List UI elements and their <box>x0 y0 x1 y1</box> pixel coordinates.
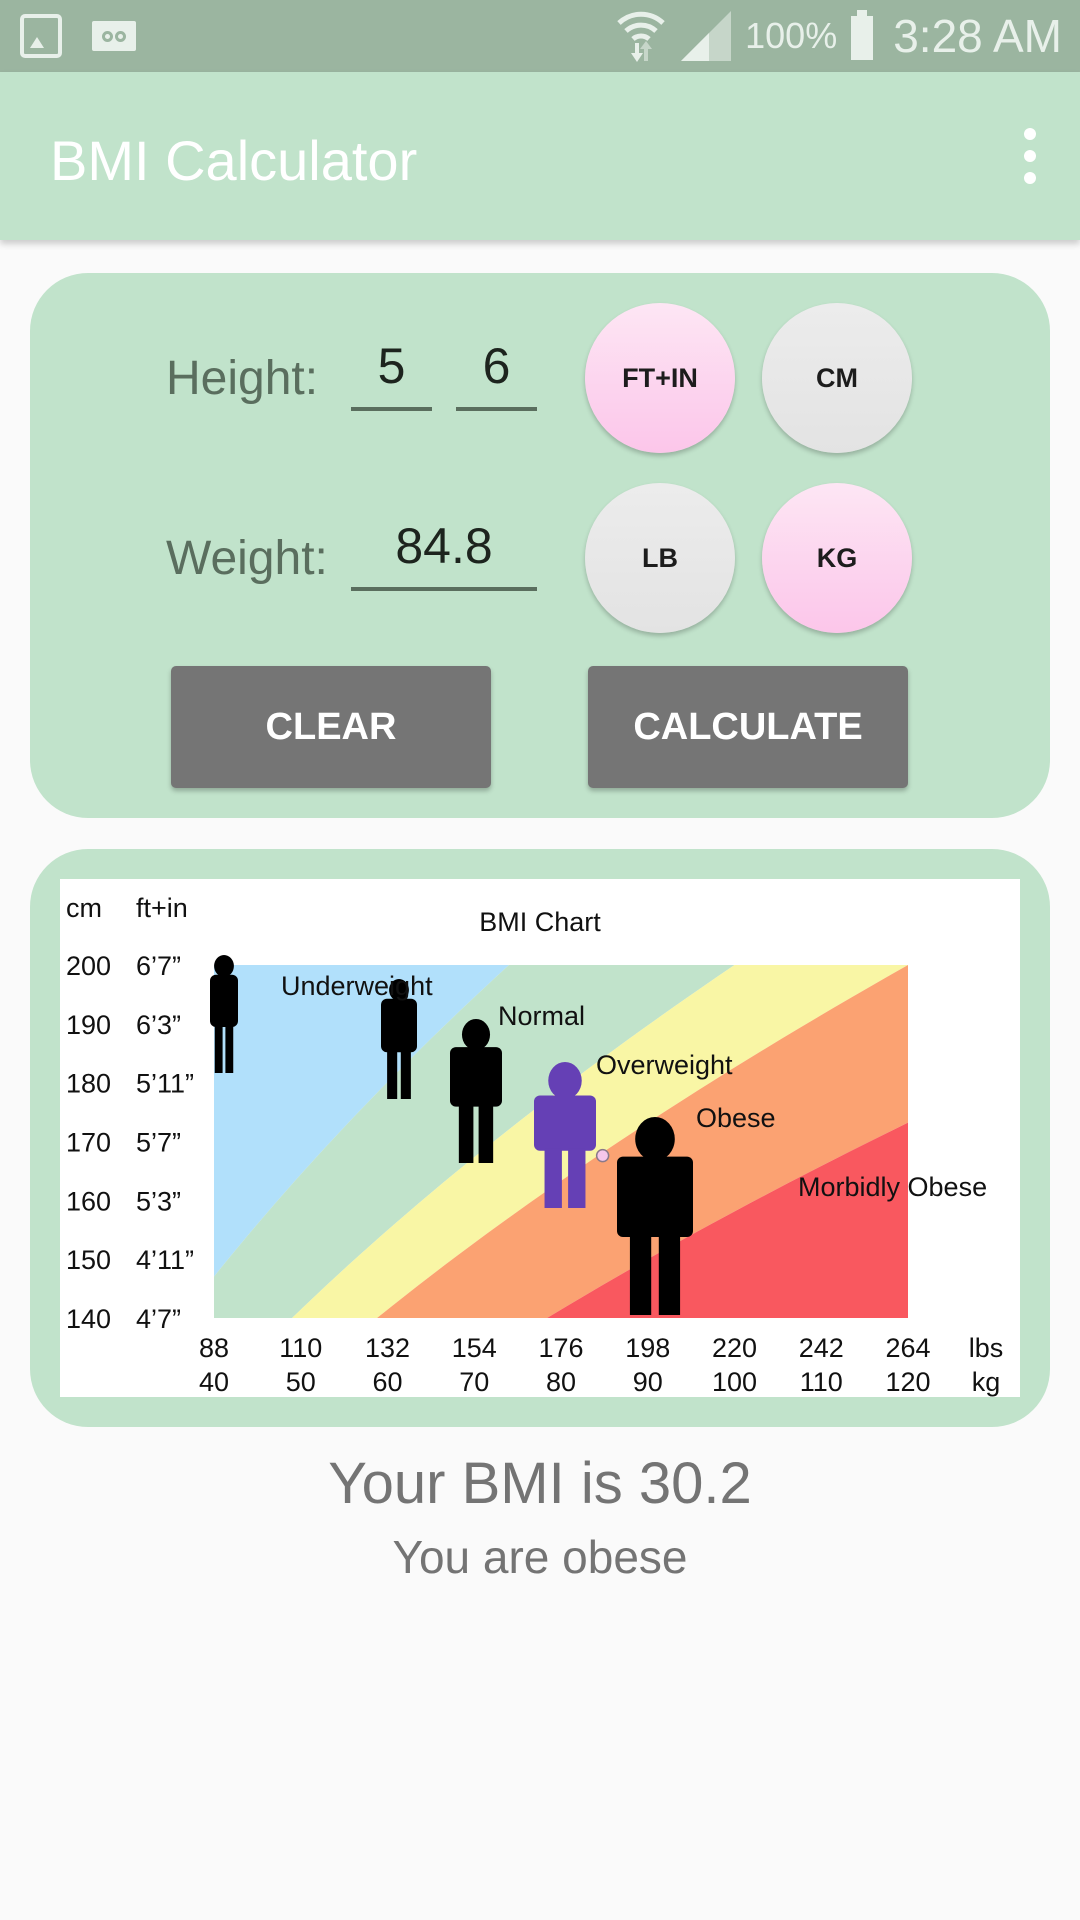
y-header-ftin: ft+in <box>136 893 188 923</box>
category-label: Overweight <box>596 1050 733 1080</box>
unit-kg-button[interactable]: KG <box>762 483 912 633</box>
height-label: Height: <box>166 352 319 405</box>
x-tick-kg: 100 <box>712 1367 757 1397</box>
bmi-marker <box>595 1148 610 1163</box>
input-card: Height: 5 6 FT+IN CM Weight: 84.8 LB KG … <box>30 273 1050 818</box>
height-inches-input[interactable]: 6 <box>456 331 537 411</box>
category-label: Obese <box>696 1103 776 1133</box>
x-tick-kg: 120 <box>885 1367 930 1397</box>
x-tick-lbs: 264 <box>885 1333 930 1363</box>
signal-icon <box>681 11 732 61</box>
category-label: Morbidly Obese <box>798 1172 987 1202</box>
weight-label: Weight: <box>166 532 328 585</box>
bmi-category: You are obese <box>392 1531 688 1583</box>
x-tick-kg: 110 <box>800 1367 843 1397</box>
chart-card: BMI Chart cm ft+in 200 6’7” 190 6’3” 180 5’11” 17… <box>30 849 1050 1427</box>
x-tick-kg: 70 <box>459 1367 489 1397</box>
y-tick-ftin: 5’11” <box>136 1069 194 1099</box>
overflow-menu-icon[interactable] <box>1010 128 1050 184</box>
x-tick-kg: 80 <box>546 1367 576 1397</box>
y-tick-ftin: 6’7” <box>136 951 181 981</box>
voicemail-icon <box>92 21 136 51</box>
y-tick-ftin: 4’11” <box>136 1245 194 1275</box>
clear-button[interactable]: CLEAR <box>171 666 491 788</box>
y-tick-cm: 170 <box>66 1128 111 1158</box>
y-tick-ftin: 4’7” <box>136 1304 181 1334</box>
y-tick-cm: 190 <box>66 1010 111 1040</box>
battery-icon <box>851 10 874 60</box>
y-tick-cm: 140 <box>66 1304 111 1334</box>
x-tick-lbs: 132 <box>365 1333 410 1363</box>
app-title: BMI Calculator <box>50 129 418 192</box>
y-tick-ftin: 5’3” <box>136 1186 181 1216</box>
y-tick-cm: 180 <box>66 1069 111 1099</box>
x-tick-lbs: 154 <box>452 1333 497 1363</box>
y-header-cm: cm <box>66 893 102 923</box>
x-unit-kg: kg <box>972 1367 1001 1397</box>
x-tick-kg: 40 <box>199 1367 229 1397</box>
wifi-icon <box>617 11 665 62</box>
unit-lb-button[interactable]: LB <box>585 483 735 633</box>
height-feet-input[interactable]: 5 <box>351 331 432 411</box>
status-bar: 100% 3:28 AM <box>0 0 1080 72</box>
category-label: Underweight <box>281 971 433 1001</box>
app-bar: BMI Calculator <box>0 72 1080 240</box>
x-tick-lbs: 176 <box>538 1333 583 1363</box>
y-tick-cm: 150 <box>66 1245 111 1275</box>
y-tick-ftin: 5’7” <box>136 1128 181 1158</box>
bmi-chart: BMI Chart cm ft+in 200 6’7” 190 6’3” 180 5’11” 17… <box>60 879 1020 1397</box>
x-tick-kg: 50 <box>286 1367 316 1397</box>
battery-percent: 100% <box>745 15 838 56</box>
calculate-button[interactable]: CALCULATE <box>588 666 908 788</box>
x-tick-lbs: 242 <box>799 1333 844 1363</box>
clock: 3:28 AM <box>893 10 1062 62</box>
gallery-icon <box>20 14 62 58</box>
x-tick-lbs: 220 <box>712 1333 757 1363</box>
bmi-chart-svg: BMI Chart cm ft+in 200 6’7” 190 6’3” 180 5’11” 17… <box>66 893 1004 1397</box>
x-unit-lbs: lbs <box>969 1333 1004 1363</box>
x-tick-kg: 60 <box>372 1367 402 1397</box>
x-tick-lbs: 88 <box>199 1333 229 1363</box>
y-tick-cm: 160 <box>66 1186 111 1216</box>
unit-ftin-button[interactable]: FT+IN <box>585 303 735 453</box>
x-tick-lbs: 110 <box>279 1333 322 1363</box>
y-tick-cm: 200 <box>66 951 111 981</box>
x-tick-kg: 90 <box>633 1367 663 1397</box>
chart-title: BMI Chart <box>479 907 601 937</box>
weight-input[interactable]: 84.8 <box>351 511 537 591</box>
category-label: Normal <box>498 1001 585 1031</box>
y-tick-ftin: 6’3” <box>136 1010 181 1040</box>
x-tick-lbs: 198 <box>625 1333 670 1363</box>
bmi-result: Your BMI is 30.2 <box>328 1451 752 1516</box>
unit-cm-button[interactable]: CM <box>762 303 912 453</box>
